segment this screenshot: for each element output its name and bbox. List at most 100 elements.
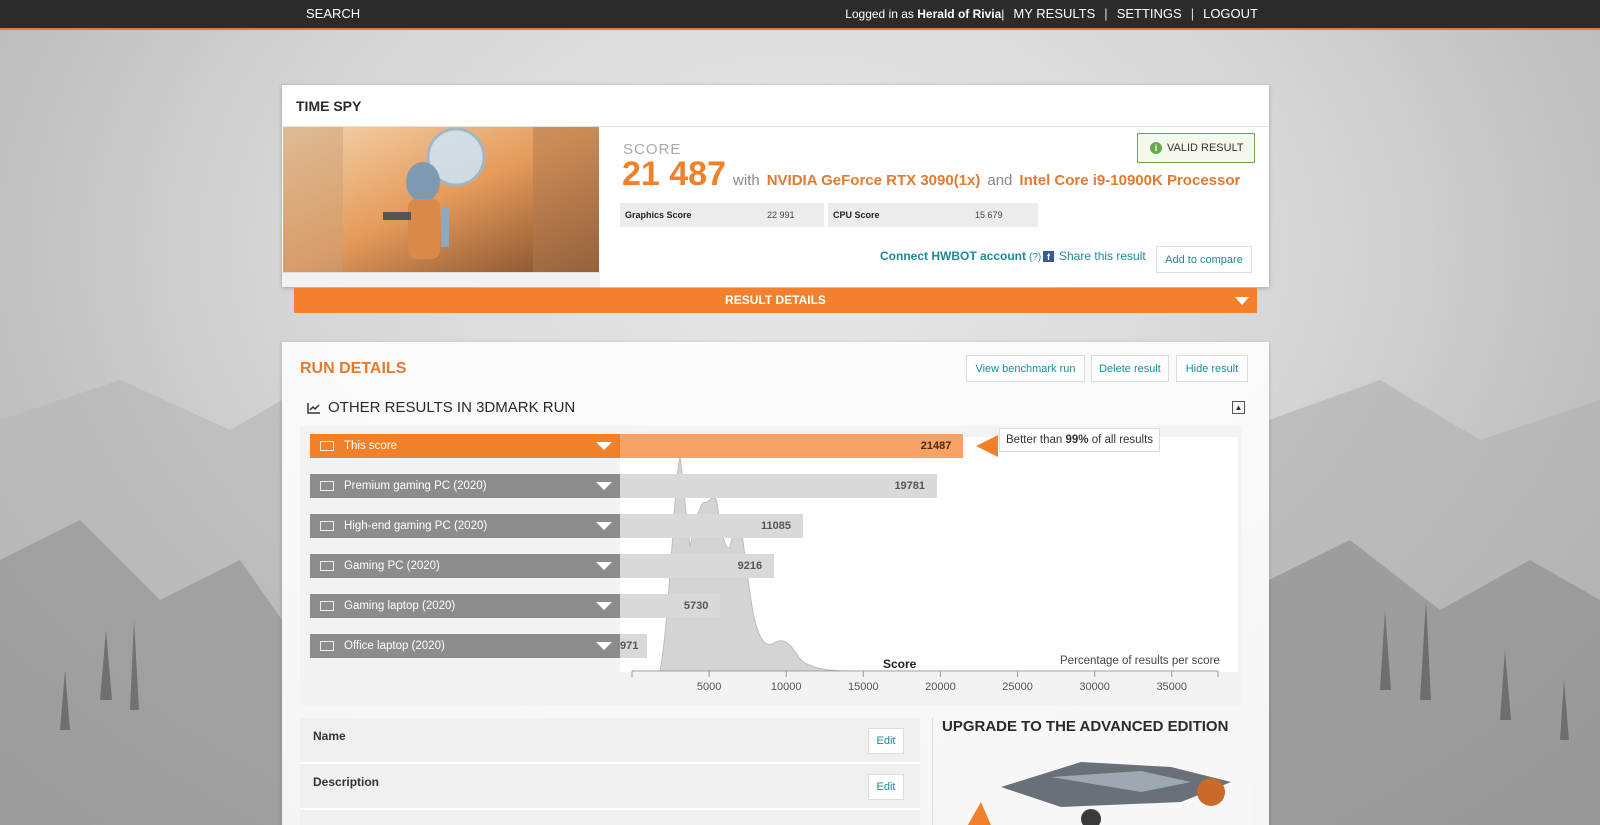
facebook-icon: f	[1043, 250, 1054, 262]
user-menu: Logged in as Herald of Rivia| MY RESULTS…	[845, 6, 1258, 21]
result-fields: Name Edit Description Edit	[300, 718, 920, 825]
score-and: and	[987, 172, 1013, 189]
x-tick-label: 10000	[770, 681, 802, 693]
chevron-down-icon[interactable]	[596, 642, 612, 650]
logged-in-status: Logged in as Herald of Rivia|	[845, 7, 1004, 21]
chevron-down-icon[interactable]	[596, 482, 612, 490]
comparison-row-selector[interactable]: Premium gaming PC (2020)	[310, 474, 620, 498]
other-results-title: OTHER RESULTS IN 3DMARK RUN	[328, 399, 576, 416]
row-label-text: High-end gaming PC (2020)	[344, 520, 488, 532]
collapse-icon[interactable]: ▲	[1232, 401, 1245, 414]
row-label-text: Gaming laptop (2020)	[344, 600, 456, 612]
score-pointer-icon	[976, 435, 998, 457]
name-field-label: Name	[313, 729, 346, 743]
comparison-row-selector[interactable]: Gaming laptop (2020)	[310, 594, 620, 618]
search-link[interactable]: SEARCH	[306, 6, 360, 21]
chevron-down-icon[interactable]	[596, 562, 612, 570]
edit-name-button[interactable]: Edit	[868, 728, 904, 754]
separator: |	[1104, 6, 1108, 21]
x-tick-label: 30000	[1079, 681, 1110, 693]
description-field-label: Description	[313, 775, 380, 789]
x-tick-label: 20000	[925, 681, 956, 693]
graphics-score-cell: Graphics Score 22 991	[620, 203, 824, 227]
cpu-score-label: CPU Score	[833, 210, 880, 220]
row-label-text: Office laptop (2020)	[344, 640, 445, 652]
chevron-down-icon[interactable]	[596, 602, 612, 610]
score-bar: 21487	[620, 434, 964, 458]
my-results-link[interactable]: MY RESULTS	[1013, 6, 1095, 21]
connect-hwbot-label: Connect HWBOT account	[880, 249, 1026, 263]
score-with: with	[733, 172, 760, 189]
row-label-text: This score	[344, 440, 398, 452]
view-benchmark-run-button[interactable]: View benchmark run	[966, 355, 1085, 382]
benchmark-hero-image	[283, 127, 599, 272]
result-details-toggle[interactable]: RESULT DETAILS	[294, 288, 1257, 313]
desktop-icon	[320, 481, 334, 491]
score-bar: 5730	[620, 594, 721, 618]
settings-link[interactable]: SETTINGS	[1117, 6, 1182, 21]
comparison-row-selector[interactable]: High-end gaming PC (2020)	[310, 514, 620, 538]
chevron-down-icon	[1235, 297, 1249, 305]
other-results-heading: OTHER RESULTS IN 3DMARK RUN	[307, 399, 575, 416]
connect-hwbot-link[interactable]: Connect HWBOT account (?)	[880, 249, 1041, 263]
name-field-row: Name Edit	[300, 718, 920, 764]
edit-description-button[interactable]: Edit	[868, 774, 904, 800]
score-bar: 11085	[620, 514, 803, 538]
gpu-name: NVIDIA GeForce RTX 3090(1x)	[766, 172, 981, 189]
hide-result-button[interactable]: Hide result	[1176, 355, 1248, 382]
graphics-score-label: Graphics Score	[625, 210, 692, 220]
better-prefix: Better than	[1006, 434, 1063, 446]
row-label-text: Premium gaming PC (2020)	[344, 480, 487, 492]
cpu-score-value: 15 679	[975, 210, 1003, 220]
better-percentage: 99%	[1065, 434, 1089, 446]
laptop-icon	[320, 641, 334, 651]
comparison-row-selector[interactable]: Office laptop (2020)	[310, 634, 620, 658]
delete-result-button[interactable]: Delete result	[1091, 355, 1169, 382]
info-icon: i	[1150, 142, 1162, 154]
x-tick-label: 5000	[696, 681, 722, 693]
top-navigation-bar: SEARCH Logged in as Herald of Rivia| MY …	[0, 0, 1600, 30]
separator: |	[1190, 6, 1195, 21]
share-result-link[interactable]: f Share this result	[1043, 249, 1146, 263]
better-suffix: of all results	[1091, 434, 1154, 446]
share-result-label: Share this result	[1059, 249, 1146, 263]
benchmark-title: TIME SPY	[296, 98, 362, 114]
trophy-icon	[320, 441, 334, 451]
graphics-score-value: 22 991	[767, 210, 795, 220]
chevron-down-icon[interactable]	[596, 522, 612, 530]
run-details-title: RUN DETAILS	[300, 360, 407, 377]
line-chart-icon	[307, 402, 320, 414]
comparison-row-selector[interactable]: Gaming PC (2020)	[310, 554, 620, 578]
row-label-text: Gaming PC (2020)	[344, 560, 440, 572]
x-tick-label: 25000	[1002, 681, 1033, 693]
score-card: TIME SPY SCORE 21 487 with NVIDIA GeForc…	[282, 85, 1269, 287]
chevron-down-icon[interactable]	[596, 442, 612, 450]
x-tick-label: 15000	[848, 681, 879, 693]
x-axis-label: Score	[883, 657, 917, 671]
score-bar: 971	[620, 634, 647, 658]
y-axis-label: Percentage of results per score	[1060, 655, 1220, 667]
upgrade-promo-image[interactable]	[941, 747, 1251, 825]
laptop-icon	[320, 601, 334, 611]
upgrade-heading: UPGRADE TO THE ADVANCED EDITION	[942, 718, 1229, 735]
hero-caption-strip	[282, 272, 600, 287]
x-axis-ticks	[631, 671, 1219, 677]
run-details-panel: RUN DETAILS View benchmark run Delete re…	[282, 342, 1269, 825]
result-details-label: RESULT DETAILS	[725, 293, 826, 307]
valid-result-label: VALID RESULT	[1167, 142, 1244, 154]
column-divider	[932, 718, 933, 825]
cpu-score-cell: CPU Score 15 679	[828, 203, 1038, 227]
cpu-name: Intel Core i9-10900K Processor	[1019, 172, 1241, 189]
help-link[interactable]: (?)	[1029, 252, 1041, 263]
better-than-callout: Better than 99% of all results	[999, 428, 1161, 452]
description-field-row: Description Edit	[300, 764, 920, 810]
this-score-selector[interactable]: This score	[310, 434, 620, 458]
logout-link[interactable]: LOGOUT	[1203, 6, 1258, 21]
desktop-icon	[320, 561, 334, 571]
score-bar: 9216	[620, 554, 775, 578]
score-bar: 19781	[620, 474, 938, 498]
add-to-compare-button[interactable]: Add to compare	[1156, 246, 1252, 273]
valid-result-badge: i VALID RESULT	[1137, 133, 1255, 163]
next-field-row	[300, 810, 920, 825]
desktop-icon	[320, 521, 334, 531]
